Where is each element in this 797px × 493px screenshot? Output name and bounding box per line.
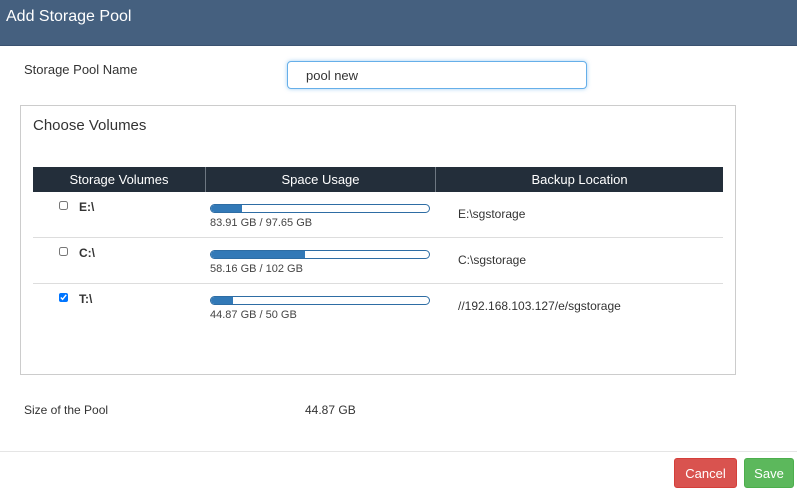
- pool-name-input[interactable]: [287, 61, 587, 89]
- column-header-backup-location: Backup Location: [531, 172, 628, 187]
- table-row: E:\ 83.91 GB / 97.65 GB E:\sgstorage: [33, 192, 723, 238]
- volume-name: C:\: [79, 246, 95, 260]
- space-usage-text: 83.91 GB / 97.65 GB: [210, 217, 313, 229]
- space-usage-text: 58.16 GB / 102 GB: [210, 263, 303, 275]
- backup-location: C:\sgstorage: [458, 253, 527, 267]
- pool-name-label: Storage Pool Name: [24, 62, 138, 77]
- footer-divider: [0, 451, 797, 452]
- space-usage-bar: [210, 204, 430, 213]
- column-header-space-usage: Space Usage: [206, 167, 436, 192]
- dialog-title: Add Storage Pool: [6, 8, 132, 25]
- backup-location: E:\sgstorage: [458, 207, 526, 221]
- space-usage-bar-fill: [211, 205, 242, 212]
- table-row: T:\ 44.87 GB / 50 GB //192.168.103.127/e…: [33, 284, 723, 329]
- space-usage-bar-fill: [211, 297, 233, 304]
- column-header-storage-volumes: Storage Volumes: [33, 167, 206, 192]
- space-usage-text: 44.87 GB / 50 GB: [210, 309, 297, 321]
- volume-checkbox[interactable]: [59, 201, 68, 210]
- choose-volumes-title: Choose Volumes: [33, 117, 147, 134]
- pool-size-value: 44.87 GB: [305, 403, 356, 417]
- table-row: C:\ 58.16 GB / 102 GB C:\sgstorage: [33, 238, 723, 284]
- dialog-header: Add Storage Pool: [0, 0, 797, 46]
- volume-name: T:\: [79, 292, 93, 306]
- backup-location: //192.168.103.127/e/sgstorage: [458, 299, 621, 313]
- choose-volumes-panel: Choose Volumes Storage Volumes Space Usa…: [20, 105, 736, 375]
- volumes-table-header: Storage Volumes Space Usage Backup Locat…: [33, 167, 723, 192]
- pool-size-label: Size of the Pool: [24, 403, 109, 417]
- volume-name: E:\: [79, 200, 95, 214]
- space-usage-bar-fill: [211, 251, 305, 258]
- volume-checkbox[interactable]: [59, 293, 68, 302]
- space-usage-bar: [210, 250, 430, 259]
- volumes-table: Storage Volumes Space Usage Backup Locat…: [33, 167, 723, 329]
- save-button[interactable]: Save: [744, 458, 794, 488]
- space-usage-bar: [210, 296, 430, 305]
- volume-checkbox[interactable]: [59, 247, 68, 256]
- cancel-button[interactable]: Cancel: [674, 458, 737, 488]
